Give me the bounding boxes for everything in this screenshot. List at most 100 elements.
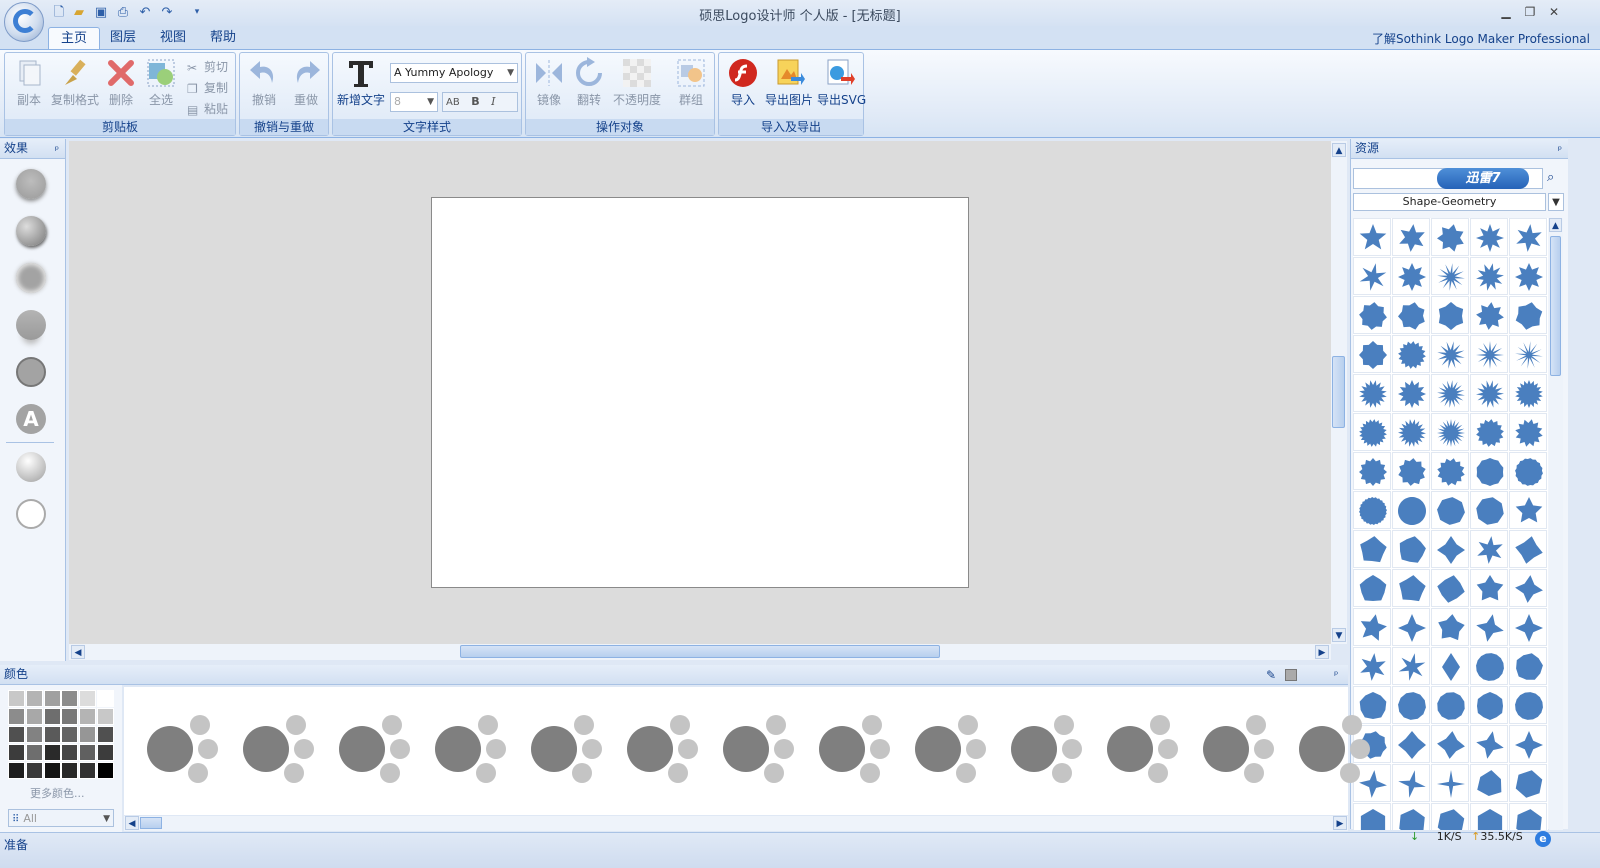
palette-filter-select[interactable]: ⠿ All ▼ — [8, 809, 114, 827]
scroll-left-icon[interactable]: ◀ — [125, 816, 139, 830]
pin-icon[interactable]: ᵖ — [1558, 141, 1562, 160]
shape-item[interactable] — [1392, 452, 1430, 490]
shape-item[interactable] — [1470, 764, 1508, 802]
scroll-up-icon[interactable]: ▲ — [1549, 218, 1562, 232]
about-product-link[interactable]: 了解Sothink Logo Maker Professional — [1372, 30, 1590, 47]
application-menu-button[interactable] — [4, 2, 44, 42]
color-swatch[interactable] — [97, 744, 114, 761]
shape-library-scrollbar[interactable]: ▲ — [1549, 218, 1563, 830]
shape-item[interactable] — [1392, 608, 1430, 646]
copy-format-button[interactable]: 复制格式 — [49, 57, 101, 108]
tab-view[interactable]: 视图 — [148, 27, 198, 50]
color-swatch[interactable] — [79, 726, 97, 743]
tab-help[interactable]: 帮助 — [198, 27, 248, 50]
open-folder-icon[interactable]: ▰ — [70, 4, 88, 21]
shape-item[interactable] — [1392, 686, 1430, 724]
shape-item[interactable] — [1431, 452, 1469, 490]
font-size-select[interactable]: 8 ▼ — [390, 92, 438, 112]
italic-button[interactable]: I — [491, 95, 495, 108]
color-swatch[interactable] — [61, 744, 79, 761]
shape-item[interactable] — [1431, 530, 1469, 568]
color-scheme-item[interactable] — [338, 713, 410, 785]
undo-quick-icon[interactable]: ↶ — [136, 4, 154, 21]
shape-item[interactable] — [1431, 725, 1469, 763]
shape-item[interactable] — [1431, 296, 1469, 334]
shape-item[interactable] — [1392, 647, 1430, 685]
color-scheme-scroll-thumb[interactable] — [140, 817, 162, 829]
color-swatch[interactable] — [61, 708, 79, 725]
cut-button[interactable]: ✂ 剪切 — [187, 58, 228, 75]
import-button[interactable]: 导入 — [723, 57, 763, 108]
color-swatch[interactable] — [79, 762, 97, 779]
shape-item[interactable] — [1509, 686, 1547, 724]
effect-glow-icon[interactable] — [16, 263, 46, 293]
shape-item[interactable] — [1509, 218, 1547, 256]
new-file-icon[interactable]: 🗋 — [50, 4, 68, 21]
scroll-right-icon[interactable]: ▶ — [1333, 816, 1347, 830]
shape-item[interactable] — [1353, 296, 1391, 334]
redo-button[interactable]: 重做 — [286, 57, 326, 108]
browser-icon[interactable]: e — [1535, 831, 1551, 847]
tab-layers[interactable]: 图层 — [98, 27, 148, 50]
color-scheme-item[interactable] — [626, 713, 698, 785]
shape-item[interactable] — [1392, 803, 1430, 830]
effect-stroke-icon[interactable] — [16, 357, 46, 387]
shape-item[interactable] — [1353, 452, 1391, 490]
shape-item[interactable] — [1431, 803, 1469, 830]
customize-toolbar-icon[interactable]: ▾ — [188, 4, 206, 21]
shape-item[interactable] — [1392, 491, 1430, 529]
color-scheme-item[interactable] — [242, 713, 314, 785]
shape-item[interactable] — [1392, 413, 1430, 451]
shape-item[interactable] — [1392, 569, 1430, 607]
eyedropper-icon[interactable]: ✎ — [1266, 666, 1276, 685]
shape-item[interactable] — [1353, 530, 1391, 568]
effect-shadow-icon[interactable] — [16, 169, 46, 199]
color-scheme-item[interactable] — [1010, 713, 1082, 785]
shape-item[interactable] — [1509, 764, 1547, 802]
effect-reflection-icon[interactable] — [16, 310, 46, 340]
shape-item[interactable] — [1509, 569, 1547, 607]
mirror-button[interactable]: 镜像 — [530, 57, 568, 108]
duplicate-button[interactable]: 副本 — [11, 57, 47, 108]
shape-item[interactable] — [1509, 803, 1547, 830]
current-color-swatch[interactable] — [1285, 669, 1297, 681]
color-scheme-item[interactable] — [530, 713, 602, 785]
resource-category-select[interactable]: Shape-Geometry — [1353, 193, 1546, 211]
shape-item[interactable] — [1470, 725, 1508, 763]
color-swatch[interactable] — [8, 726, 25, 743]
color-swatch[interactable] — [25, 762, 43, 779]
color-swatch[interactable] — [25, 690, 43, 707]
shape-item[interactable] — [1470, 296, 1508, 334]
shape-item[interactable] — [1353, 413, 1391, 451]
color-scheme-item[interactable] — [914, 713, 986, 785]
shape-item[interactable] — [1353, 803, 1391, 830]
restore-button[interactable]: ❐ — [1520, 4, 1540, 20]
shape-item[interactable] — [1509, 725, 1547, 763]
shape-item[interactable] — [1392, 374, 1430, 412]
canvas-horizontal-scroll-thumb[interactable] — [460, 645, 940, 658]
export-image-button[interactable]: 导出图片 — [765, 57, 813, 108]
shape-item[interactable] — [1509, 335, 1547, 373]
shape-item[interactable] — [1470, 335, 1508, 373]
close-button[interactable]: ✕ — [1544, 4, 1564, 20]
color-scheme-item[interactable] — [434, 713, 506, 785]
letter-spacing-button[interactable]: AB — [446, 97, 460, 108]
shape-item[interactable] — [1431, 569, 1469, 607]
shape-item[interactable] — [1353, 335, 1391, 373]
color-scheme-item[interactable] — [146, 713, 218, 785]
color-swatch[interactable] — [8, 690, 25, 707]
shape-item[interactable] — [1353, 647, 1391, 685]
opacity-button[interactable]: 不透明度 — [610, 57, 664, 108]
shape-item[interactable] — [1509, 491, 1547, 529]
color-swatch[interactable] — [8, 744, 25, 761]
color-swatch[interactable] — [8, 762, 25, 779]
pin-icon[interactable]: ᵖ — [55, 141, 59, 160]
color-swatch[interactable] — [61, 690, 79, 707]
color-swatch[interactable] — [79, 744, 97, 761]
undo-button[interactable]: 撤销 — [244, 57, 284, 108]
rotate-button[interactable]: 翻转 — [570, 57, 608, 108]
color-swatch[interactable] — [97, 690, 114, 707]
color-swatch[interactable] — [61, 726, 79, 743]
shape-item[interactable] — [1431, 608, 1469, 646]
color-scheme-item[interactable] — [1106, 713, 1178, 785]
